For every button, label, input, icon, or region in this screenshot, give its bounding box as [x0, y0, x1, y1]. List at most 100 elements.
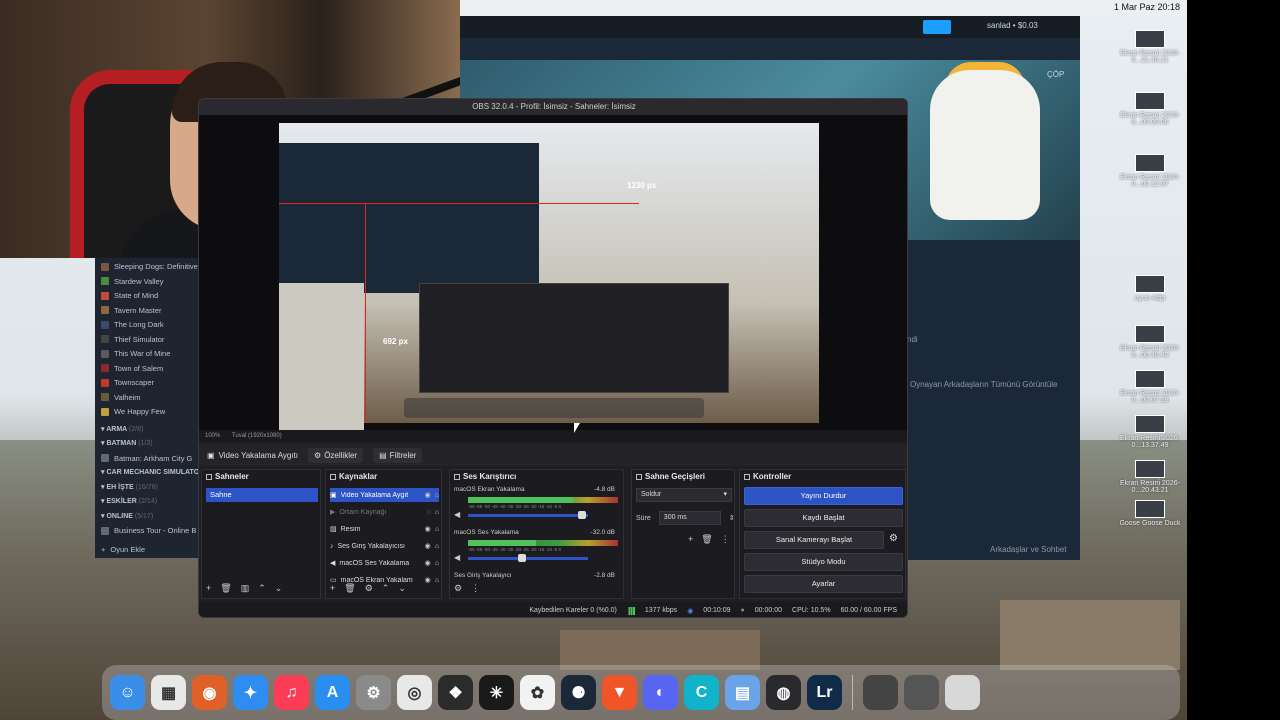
canvas-size[interactable]: Tuval (1920x1080) [232, 433, 282, 439]
volume-slider[interactable] [468, 554, 588, 562]
slider-knob[interactable] [518, 554, 526, 562]
library-group[interactable]: ▾ BATMAN (1/3) [101, 439, 153, 447]
source-row[interactable]: ♪ Ses Giriş Yakalayıcısı ◉ ⌂ [330, 539, 439, 553]
library-item[interactable]: Valheim [101, 393, 141, 402]
trash-icon[interactable]: 🗑 [701, 534, 712, 545]
more-icon[interactable]: ⋮ [721, 534, 730, 545]
firefox-icon[interactable]: ◉ [192, 675, 227, 710]
library-item[interactable]: Sleeping Dogs: Definitive [101, 262, 198, 271]
filter-icon[interactable]: ▥ [241, 583, 250, 594]
volume-slider[interactable] [468, 511, 588, 519]
gear-icon[interactable]: ⚙ [889, 533, 898, 544]
chatgpt-icon[interactable]: ✿ [520, 675, 555, 710]
friends-chat-button[interactable]: Arkadaşlar ve Sohbet [990, 545, 1067, 554]
lock-icon[interactable]: ⌂ [435, 492, 439, 499]
safari-icon[interactable]: ✦ [233, 675, 268, 710]
discord-icon[interactable]: ◐ [643, 675, 678, 710]
menubar-clock[interactable]: 1 Mar Paz 20:18 [1114, 2, 1180, 12]
library-item[interactable]: The Long Dark [101, 320, 164, 329]
start-virtual-camera-button[interactable]: Sanal Kamerayı Başlat [744, 531, 884, 549]
screenshot-icon[interactable] [863, 675, 898, 710]
settings-button[interactable]: Ayarlar [744, 575, 903, 593]
library-item[interactable]: Town of Salem [101, 364, 163, 373]
source-row[interactable]: ◀ macOS Ses Yakalama ◉ ⌂ [330, 556, 439, 570]
library-group[interactable]: ▾ ARMA (2/8) [101, 425, 143, 433]
source-row[interactable]: ▣ Video Yakalama Aygıt ◉ ⌂ [330, 488, 439, 502]
library-group[interactable]: ▾ EH İŞTE (16/76) [101, 483, 158, 491]
up-icon[interactable]: ⌃ [258, 583, 266, 594]
window-icon[interactable] [904, 675, 939, 710]
system-settings-icon[interactable]: ⚙ [356, 675, 391, 710]
add-game-button[interactable]: + Oyun Ekle [101, 545, 145, 554]
add-icon[interactable]: + [330, 583, 335, 594]
filters-button[interactable]: ▤ Filtreler [373, 447, 423, 463]
library-item[interactable]: This War of Mine [101, 349, 170, 358]
properties-button[interactable]: ⚙ Özellikler [308, 447, 364, 463]
desktop-file[interactable]: Goose Goose Duck [1110, 500, 1190, 527]
brave-icon[interactable]: ▼ [602, 675, 637, 710]
desktop-file[interactable]: Ekran Resmi 2026-0...13.37.49 [1110, 415, 1190, 449]
eye-icon[interactable]: ◉ [425, 542, 431, 550]
desktop-file[interactable]: oyun-4dpi [1110, 275, 1190, 302]
library-group[interactable]: ▾ ONLINE (5/17) [101, 512, 153, 520]
more-icon[interactable]: ⋮ [471, 583, 480, 594]
lock-icon[interactable]: ⌂ [435, 509, 439, 516]
lock-icon[interactable]: ⌂ [435, 543, 439, 550]
friends-view-all-link[interactable]: Oynayan Arkadaşların Tümünü Görüntüle [910, 380, 1058, 389]
davinci-icon[interactable]: ❖ [438, 675, 473, 710]
desktop-file[interactable]: Ekran Resmi 2026-0...00.07.59 [1110, 370, 1190, 404]
lock-icon[interactable]: ⌂ [435, 577, 439, 584]
eye-icon[interactable]: ◉ [425, 491, 431, 499]
down-icon[interactable]: ⌄ [275, 583, 283, 594]
lock-icon[interactable]: ⌂ [435, 560, 439, 567]
library-item[interactable]: Batman: Arkham City G [101, 454, 192, 463]
desktop-file[interactable]: Ekran Resmi 2026-0...00.09.06 [1110, 92, 1190, 126]
chrome-icon[interactable]: ◎ [397, 675, 432, 710]
eye-icon[interactable]: ◉ [425, 576, 431, 584]
eye-icon[interactable]: ◉ [425, 559, 431, 567]
steam-icon[interactable]: ⚈ [561, 675, 596, 710]
app-store-icon[interactable]: A [315, 675, 350, 710]
library-item[interactable]: Stardew Valley [101, 277, 163, 286]
speaker-icon[interactable]: ◀ [454, 553, 460, 562]
eye-off-icon[interactable]: ◌ [427, 509, 431, 516]
add-icon[interactable]: + [206, 583, 211, 594]
obs-icon[interactable]: ◍ [766, 675, 801, 710]
scene-item[interactable]: Sahne [206, 488, 318, 502]
canva-icon[interactable]: C [684, 675, 719, 710]
up-icon[interactable]: ⌃ [382, 583, 390, 594]
stop-stream-button[interactable]: Yayını Durdur [744, 487, 903, 505]
add-icon[interactable]: + [688, 534, 693, 545]
perplexity-icon[interactable]: ✳ [479, 675, 514, 710]
trash-icon[interactable]: 🗑 [220, 583, 231, 594]
gear-icon[interactable]: ⚙ [454, 583, 462, 594]
desktop-file[interactable]: Ekran Resmi 2026-0...20.43.21 [1110, 460, 1190, 494]
slider-knob[interactable] [578, 511, 586, 519]
speaker-icon[interactable]: ◀ [454, 510, 460, 519]
finder-icon[interactable]: ☺ [110, 675, 145, 710]
steam-user[interactable]: sanlad • $0.03 [987, 21, 1038, 30]
library-item[interactable]: State of Mind [101, 291, 158, 300]
start-recording-button[interactable]: Kaydı Başlat [744, 509, 903, 527]
obs-preview[interactable]: 1230 px 692 px [199, 115, 907, 433]
desktop-file[interactable]: Ekran Resmi 2026-0...00.40.40 [1110, 325, 1190, 359]
down-icon[interactable]: ⌄ [398, 583, 406, 594]
trash-icon[interactable] [945, 675, 980, 710]
library-item[interactable]: Tavern Master [101, 306, 162, 315]
install-button[interactable] [923, 20, 951, 34]
lock-icon[interactable]: ⌂ [435, 526, 439, 533]
library-item[interactable]: Townscaper [101, 378, 154, 387]
music-icon[interactable]: ♫ [274, 675, 309, 710]
duration-input[interactable]: 300 ms [658, 511, 721, 525]
preview-icon[interactable]: ▤ [725, 675, 760, 710]
library-group[interactable]: ▾ ESKİLER (2/14) [101, 497, 157, 505]
lightroom-icon[interactable]: Lr [807, 675, 842, 710]
library-item[interactable]: Thief Simulator [101, 335, 164, 344]
source-row[interactable]: ▨ Resim ◉ ⌂ [330, 522, 439, 536]
zoom-level[interactable]: 100% [205, 433, 220, 439]
library-group[interactable]: ▾ CAR MECHANIC SIMULATO [101, 468, 199, 476]
library-item[interactable]: Business Tour - Online B [101, 526, 196, 535]
trash-icon[interactable]: 🗑 [344, 583, 355, 594]
stepper-icon[interactable]: ⇕ [729, 514, 735, 522]
eye-icon[interactable]: ◉ [425, 525, 431, 533]
